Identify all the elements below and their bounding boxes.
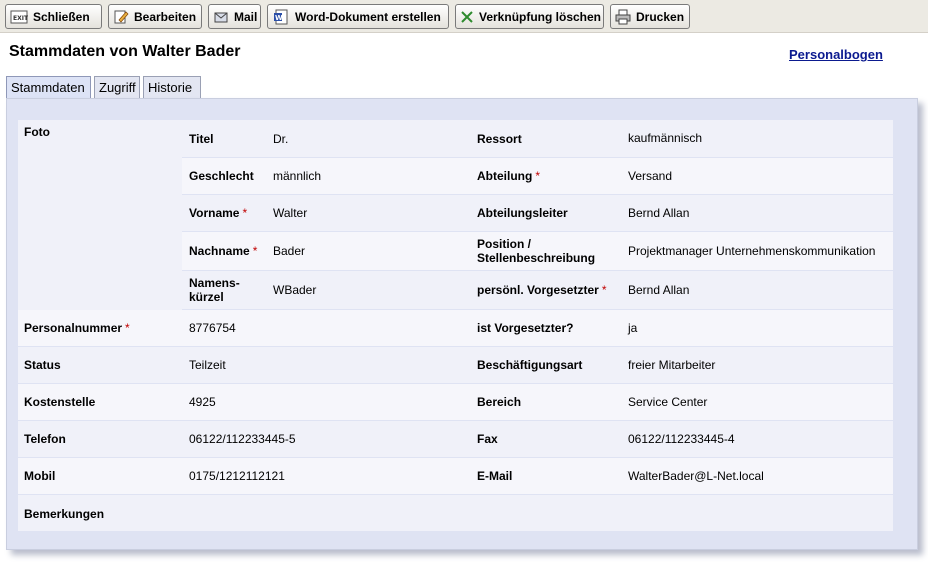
bereich-label: Bereich	[477, 395, 522, 409]
ist-vorgesetzter-value: ja	[628, 321, 638, 335]
form-row-titel: Titel Dr. Ressort kaufmännisch	[182, 120, 893, 158]
foto-label: Foto	[24, 125, 50, 139]
telefon-value: 06122/112233445-5	[189, 432, 296, 446]
nachname-value: Bader	[273, 244, 306, 258]
print-button[interactable]: Drucken	[610, 4, 690, 29]
kuerzel-value: WBader	[273, 283, 317, 297]
status-value: Teilzeit	[189, 358, 226, 372]
form-row-bemerkungen: Bemerkungen	[18, 495, 893, 531]
geschlecht-value: männlich	[273, 169, 322, 183]
delete-link-label: Verknüpfung löschen	[479, 9, 602, 24]
telefon-label: Telefon	[24, 432, 66, 446]
geschlecht-label: Geschlecht	[189, 169, 254, 183]
nachname-label: Nachname *	[189, 244, 258, 258]
form-row-geschlecht: Geschlecht männlich Abteilung * Versand	[182, 158, 893, 195]
kostenstelle-value: 4925	[189, 395, 216, 409]
required-marker: *	[252, 244, 258, 258]
personalnummer-value: 8776754	[189, 321, 236, 335]
exit-icon: EXIT	[10, 9, 28, 25]
fax-value: 06122/112233445-4	[628, 432, 735, 446]
svg-text:EXIT: EXIT	[13, 15, 28, 22]
titel-value: Dr.	[273, 132, 289, 146]
position-value: Projektmanager Unternehmenskommunikation	[628, 244, 876, 258]
form-row-telefon: Telefon 06122/112233445-5 Fax 06122/1122…	[18, 421, 893, 458]
close-label: Schließen	[33, 9, 90, 24]
delete-x-icon	[460, 9, 474, 25]
photo-area: Foto	[18, 120, 182, 310]
status-label: Status	[24, 358, 61, 372]
print-label: Drucken	[636, 9, 685, 24]
tab-historie[interactable]: Historie	[143, 76, 201, 98]
required-marker: *	[242, 206, 248, 220]
abteilungsleiter-label: Abteilungsleiter	[477, 206, 568, 220]
email-value[interactable]: WalterBader@L-Net.local	[628, 469, 764, 483]
vorgesetzter-label: persönl. Vorgesetzter *	[477, 283, 607, 297]
toolbar: EXIT Schließen Bearbeiten Mail W Word-Do…	[0, 0, 928, 33]
svg-text:W: W	[275, 14, 283, 22]
printer-icon	[615, 9, 631, 25]
bereich-value: Service Center	[628, 395, 708, 409]
form-row-vorname: Vorname * Walter Abteilungsleiter Bernd A…	[182, 195, 893, 232]
titel-label: Titel	[189, 132, 214, 146]
close-button[interactable]: EXIT Schließen	[5, 4, 102, 29]
word-document-icon: W	[272, 9, 290, 25]
abteilungsleiter-value: Bernd Allan	[628, 206, 690, 220]
vorname-label: Vorname *	[189, 206, 248, 220]
kostenstelle-label: Kostenstelle	[24, 395, 96, 409]
form-row-kostenstelle: Kostenstelle 4925 Bereich Service Center	[18, 384, 893, 421]
vorname-value: Walter	[273, 206, 308, 220]
beschaeftigungsart-value: freier Mitarbeiter	[628, 358, 716, 372]
word-document-button[interactable]: W Word-Dokument erstellen	[267, 4, 449, 29]
page-title: Stammdaten von Walter Bader	[9, 43, 241, 60]
beschaeftigungsart-label: Beschäftigungsart	[477, 358, 583, 372]
form-row-nachname: Nachname * Bader Position / Stellenbeschre…	[182, 232, 893, 271]
kuerzel-label: Namens-kürzel	[189, 276, 240, 304]
mail-label: Mail	[234, 9, 258, 24]
required-marker: *	[601, 283, 607, 297]
form-row-status: Status Teilzeit Beschäftigungsart freier…	[18, 347, 893, 384]
required-marker: *	[125, 321, 130, 335]
mobil-value: 0175/1212112121	[189, 469, 285, 483]
abteilung-label: Abteilung *	[477, 169, 540, 183]
ist-vorgesetzter-label: ist Vorgesetzter?	[477, 321, 574, 335]
tab-zugriff[interactable]: Zugriff	[94, 76, 140, 98]
bemerkungen-label: Bemerkungen	[24, 507, 105, 521]
required-marker: *	[535, 169, 540, 183]
word-document-label: Word-Dokument erstellen	[295, 9, 441, 24]
email-label: E-Mail	[477, 469, 513, 483]
mobil-label: Mobil	[24, 469, 56, 483]
tab-stammdaten[interactable]: Stammdaten	[6, 76, 91, 98]
mail-button[interactable]: Mail	[208, 4, 261, 29]
fax-label: Fax	[477, 432, 498, 446]
edit-button[interactable]: Bearbeiten	[108, 4, 202, 29]
abteilung-value: Versand	[628, 169, 673, 183]
personalbogen-link[interactable]: Personalbogen	[789, 47, 883, 62]
delete-link-button[interactable]: Verknüpfung löschen	[455, 4, 604, 29]
personalnummer-label: Personalnummer *	[24, 321, 130, 335]
edit-label: Bearbeiten	[134, 9, 197, 24]
form-row-personalnummer: Personalnummer * 8776754 ist Vorgesetzter…	[18, 310, 893, 347]
edit-pencil-icon	[113, 9, 129, 25]
mail-icon	[213, 9, 229, 25]
vorgesetzter-value: Bernd Allan	[628, 283, 690, 297]
form-row-kuerzel: Namens-kürzel WBader persönl. Vorgesetzt…	[182, 271, 893, 310]
ressort-value: kaufmännisch	[628, 131, 703, 145]
ressort-label: Ressort	[477, 132, 522, 146]
form-row-mobil: Mobil 0175/1212112121 E-Mail WalterBader…	[18, 458, 893, 495]
position-label: Position / Stellenbeschreibung	[477, 237, 596, 265]
